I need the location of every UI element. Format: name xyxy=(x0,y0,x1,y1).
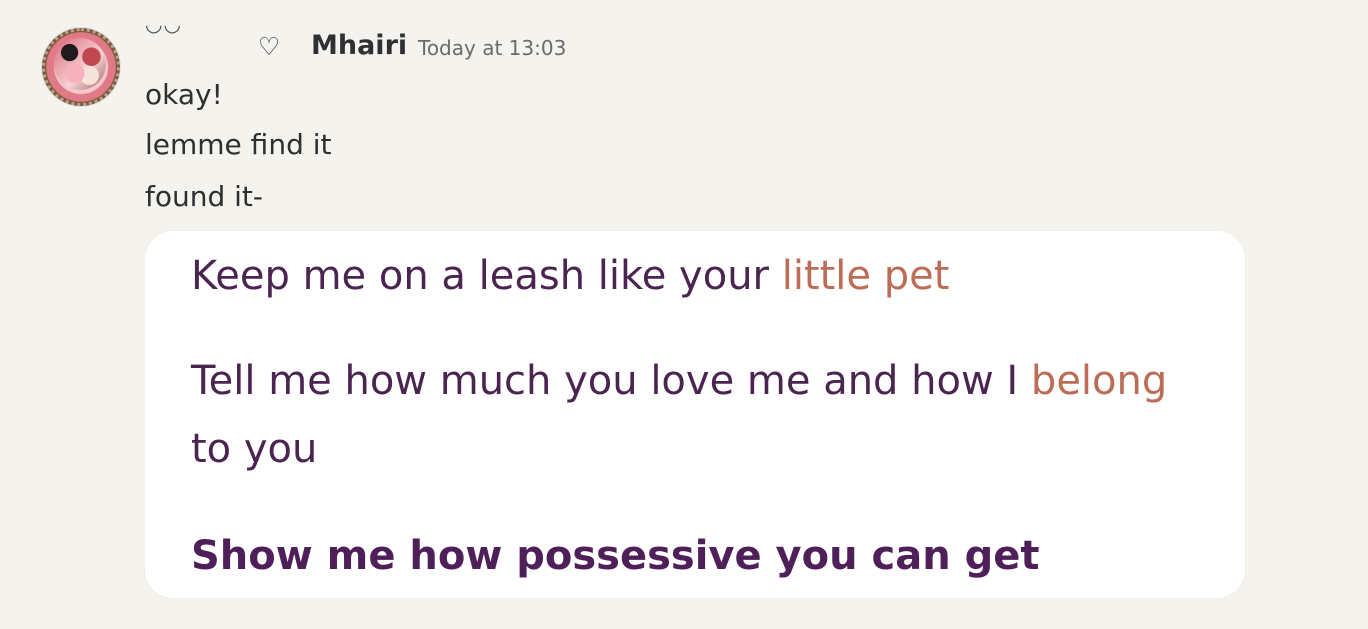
quote-text: Keep me on a leash like your xyxy=(191,253,782,299)
kaomoji-decoration: ◡◡ xyxy=(145,12,182,36)
avatar-border xyxy=(42,28,120,106)
quote-line: Tell me how much you love me and how I b… xyxy=(191,351,1167,411)
quote-line: to you xyxy=(191,419,317,479)
heart-icon: ♡ xyxy=(257,32,281,61)
message-line: lemme find it xyxy=(145,128,332,161)
quote-text: to you xyxy=(191,426,318,472)
timestamp: Today at 13:03 xyxy=(418,36,567,60)
quote-highlight: little pet xyxy=(781,253,950,299)
avatar[interactable] xyxy=(42,28,120,106)
quote-line: Show me how possessive you can get xyxy=(191,526,1039,586)
message-line: okay! xyxy=(145,78,223,111)
message-line: found it- xyxy=(145,180,264,213)
quote-text: Show me how possessive you can get xyxy=(191,533,1040,579)
quote-highlight: belong xyxy=(1030,358,1168,404)
chat-message: ◡◡ ♡ Mhairi Today at 13:03 okay! lemme f… xyxy=(0,0,1368,629)
image-attachment[interactable]: Keep me on a leash like your little pet … xyxy=(145,231,1245,598)
quote-line: Keep me on a leash like your little pet xyxy=(191,246,949,306)
username[interactable]: Mhairi xyxy=(311,29,407,63)
quote-text: Tell me how much you love me and how I xyxy=(191,358,1031,404)
